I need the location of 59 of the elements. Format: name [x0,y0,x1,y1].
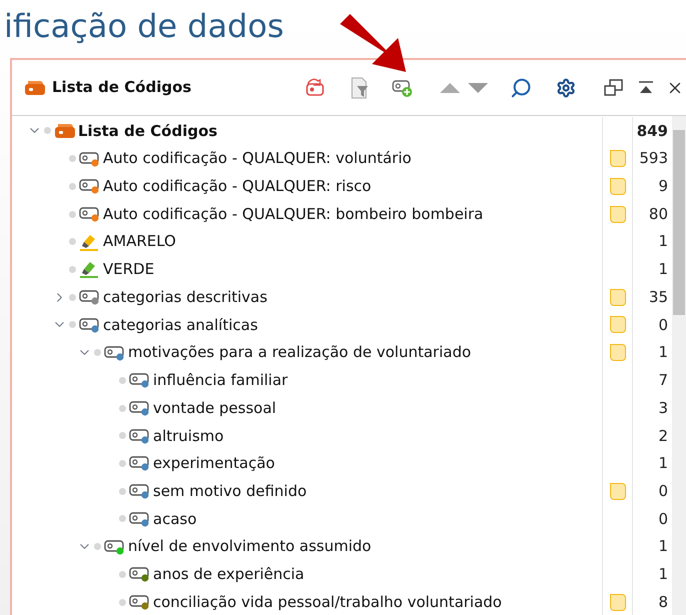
code-label[interactable]: Lista de Códigos [78,120,218,142]
search-icon[interactable] [510,76,532,98]
collapse-panel-icon[interactable] [638,80,654,94]
count-text: 1 [658,342,668,364]
memo-icon[interactable] [610,150,626,168]
memo-icon[interactable] [610,344,626,362]
count-text: 593 [639,148,668,170]
move-up-icon[interactable] [440,82,460,92]
count-text: 8 [658,592,668,613]
count-text: 1 [658,564,668,586]
code-label[interactable]: sem motivo definido [153,480,307,502]
code-label[interactable]: Auto codificação - QUALQUER: risco [103,175,372,198]
code-label[interactable]: categorias analíticas [103,314,258,336]
count-text: 35 [648,286,668,308]
count-text: 7 [658,370,668,392]
code-label[interactable]: Auto codificação - QUALQUER: bombeiro bombeira [103,202,484,226]
scrollbar-thumb[interactable] [673,130,685,315]
code-label[interactable]: AMARELO [103,230,176,253]
code-label[interactable]: influência familiar [153,369,288,392]
add-code-icon[interactable] [392,78,414,98]
code-label[interactable]: vontade pessoal [153,396,276,420]
memo-icon[interactable] [610,316,626,334]
count-text: 0 [658,314,668,336]
code-label[interactable]: Auto codificação - QUALQUER: voluntário [103,147,412,170]
count-text: 0 [658,508,668,530]
scrollbar[interactable] [672,116,686,615]
code-label[interactable]: conciliação vida pessoal/trabalho voluntariado [153,590,502,614]
panel-title: Lista de Códigos [52,77,192,98]
code-list-icon [54,122,76,139]
memo-icon[interactable] [610,178,626,195]
count-text: 80 [648,204,668,225]
memo-icon[interactable] [610,288,626,306]
filter-document-icon[interactable] [350,76,370,98]
code-label[interactable]: motivações para a realização de voluntariado [128,341,472,364]
count-text: 0 [658,480,668,502]
memo-icon[interactable] [610,206,626,223]
settings-icon[interactable] [556,78,576,98]
count-text: 1 [658,536,668,558]
count-text: 1 [658,453,668,474]
code-label[interactable]: categorias descritivas [103,286,268,308]
code-label[interactable]: anos de experiência [153,563,304,586]
memo-icon[interactable] [610,594,626,611]
page-heading: ificação de dados [4,6,284,46]
memo-icon[interactable] [610,482,626,500]
pointer-arrow [338,12,408,74]
count-text: 849 [636,120,668,142]
count-text: 1 [658,259,668,280]
count-text: 3 [658,398,668,419]
code-label[interactable]: nível de envolvimento assumido [128,535,372,558]
count-text: 2 [658,426,668,447]
code-label[interactable]: altruismo [153,424,224,448]
count-text: 9 [658,176,668,198]
code-label[interactable]: VERDE [103,258,154,281]
undock-window-icon[interactable] [604,78,624,96]
code-label[interactable]: experimentação [153,452,275,475]
move-down-icon[interactable] [468,82,488,92]
code-label[interactable]: acaso [153,508,197,530]
count-text: 1 [658,231,668,252]
code-list-icon [24,80,46,96]
